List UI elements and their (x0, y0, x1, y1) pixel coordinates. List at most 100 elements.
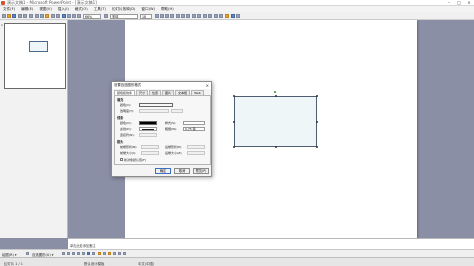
design-icon[interactable] (231, 13, 235, 18)
insert-chart-icon[interactable] (62, 13, 66, 18)
increase-font-icon[interactable] (203, 13, 207, 18)
cut-icon[interactable] (35, 13, 39, 18)
cancel-button[interactable]: 取消 (174, 168, 190, 174)
menu-edit[interactable]: 编辑(E) (21, 7, 33, 12)
decrease-font-icon[interactable] (208, 13, 212, 18)
weight-label: 粗细(W): (165, 127, 178, 131)
resize-handle-top-right[interactable] (316, 95, 318, 97)
bold-icon[interactable] (155, 13, 159, 18)
weight-input[interactable]: 0.75 磅 (183, 126, 205, 131)
resize-handle-bottom[interactable] (274, 146, 277, 148)
menu-tools[interactable]: 工具(T) (94, 7, 106, 12)
resize-handle-right[interactable] (316, 121, 318, 123)
decrease-indent-icon[interactable] (214, 13, 218, 18)
status-bar: 幻灯片 1 / 1 默认设计模板 中文(中国) (0, 257, 474, 266)
redo-icon[interactable] (56, 13, 60, 18)
connector-dropdown[interactable] (139, 132, 157, 137)
line-color-icon[interactable] (103, 252, 106, 255)
save-icon[interactable] (12, 13, 16, 18)
dash-style-icon[interactable] (118, 252, 121, 255)
notes-pane[interactable]: 单击此处添加备注 (68, 238, 474, 249)
fill-section-heading: 填充 (117, 98, 124, 102)
slide-number: 1 (1, 23, 3, 27)
transparency-label: 透明度(T): (120, 109, 135, 113)
resize-handle-bottom-right[interactable] (316, 146, 318, 148)
menu-view[interactable]: 视图(V) (39, 7, 51, 12)
grayscale-icon[interactable] (77, 13, 81, 18)
transparency-slider[interactable] (139, 108, 169, 113)
textbox-tool-icon[interactable] (82, 252, 85, 255)
font-color-icon[interactable] (225, 13, 229, 18)
resize-handle-top-left[interactable] (233, 95, 235, 97)
begin-style-dropdown[interactable] (141, 144, 159, 149)
menu-format[interactable]: 格式(O) (75, 7, 88, 12)
new-icon[interactable] (2, 13, 6, 18)
paste-icon[interactable] (45, 13, 49, 18)
line-tool-icon[interactable] (62, 252, 65, 255)
status-design: 默认设计模板 (84, 261, 105, 266)
shadow-icon[interactable] (170, 13, 174, 18)
default-checkbox[interactable] (120, 158, 123, 161)
transparency-input[interactable] (171, 108, 183, 113)
underline-icon[interactable] (165, 13, 169, 18)
numbering-icon[interactable] (192, 13, 196, 18)
italic-icon[interactable] (160, 13, 164, 18)
menu-slideshow[interactable]: 幻灯片放映(D) (112, 7, 136, 12)
undo-icon[interactable] (51, 13, 55, 18)
colors-lines-panel: 填充 颜色(C): 透明度(T): 线条 颜色(O): 样式(S): 虚线(D)… (114, 95, 211, 165)
fill-color-label: 颜色(C): (120, 103, 132, 107)
line-color-dropdown[interactable] (139, 120, 157, 125)
insert-table-icon[interactable] (67, 13, 71, 18)
bullets-icon[interactable] (197, 13, 201, 18)
end-size-dropdown[interactable] (187, 150, 205, 155)
begin-size-dropdown[interactable] (141, 150, 159, 155)
rectangle-tool-icon[interactable] (72, 252, 75, 255)
align-right-icon[interactable] (186, 13, 190, 18)
menu-help[interactable]: 帮助(H) (161, 7, 174, 12)
print-preview-icon[interactable] (23, 13, 27, 18)
wordart-icon[interactable] (87, 252, 90, 255)
resize-handle-bottom-left[interactable] (233, 146, 235, 148)
resize-handle-top[interactable] (274, 95, 277, 97)
select-objects-icon[interactable] (26, 252, 29, 255)
end-style-label: 后端形状(E): (165, 145, 183, 149)
copy-icon[interactable] (40, 13, 44, 18)
fill-color-dropdown[interactable] (139, 102, 173, 107)
font-size-dropdown[interactable]: 18 (140, 13, 152, 19)
oval-tool-icon[interactable] (77, 252, 80, 255)
dialog-close-button[interactable]: × (206, 82, 209, 89)
dashed-preview (142, 128, 154, 130)
help-icon[interactable] (104, 13, 108, 18)
arrow-tool-icon[interactable] (67, 252, 70, 255)
print-icon[interactable] (18, 13, 22, 18)
open-icon[interactable] (7, 13, 11, 18)
new-slide-icon[interactable] (236, 13, 240, 18)
spelling-icon[interactable] (29, 13, 33, 18)
increase-indent-icon[interactable] (219, 13, 223, 18)
font-name-dropdown[interactable]: 宋体 (110, 13, 138, 19)
slide-thumbnail[interactable] (4, 23, 66, 89)
preview-button[interactable]: 预览(P) (193, 168, 209, 174)
line-style-dropdown[interactable] (183, 120, 205, 125)
standard-toolbar: 66% 宋体 18 (0, 12, 474, 20)
end-style-dropdown[interactable] (187, 144, 205, 149)
ok-button[interactable]: 确定 (155, 168, 171, 174)
line-style-label: 样式(S): (165, 121, 177, 125)
fill-color-icon[interactable] (98, 252, 101, 255)
zoom-dropdown[interactable]: 66% (83, 13, 101, 19)
line-style-icon[interactable] (113, 252, 116, 255)
rotate-handle[interactable] (274, 91, 276, 93)
clipart-icon[interactable] (92, 252, 95, 255)
drawbar-font-color-icon[interactable] (108, 252, 111, 255)
resize-handle-left[interactable] (233, 121, 235, 123)
show-grid-icon[interactable] (72, 13, 76, 18)
menu-file[interactable]: 文件(F) (3, 7, 15, 12)
arrow-style-icon[interactable] (123, 252, 126, 255)
menu-insert[interactable]: 插入(I) (58, 7, 69, 12)
align-center-icon[interactable] (181, 13, 185, 18)
align-left-icon[interactable] (176, 13, 180, 18)
menu-window[interactable]: 窗口(W) (141, 7, 155, 12)
rectangle-shape[interactable] (234, 96, 317, 147)
default-checkbox-label: 新对象默认值(F) (124, 157, 147, 162)
notes-placeholder: 单击此处添加备注 (70, 244, 96, 248)
